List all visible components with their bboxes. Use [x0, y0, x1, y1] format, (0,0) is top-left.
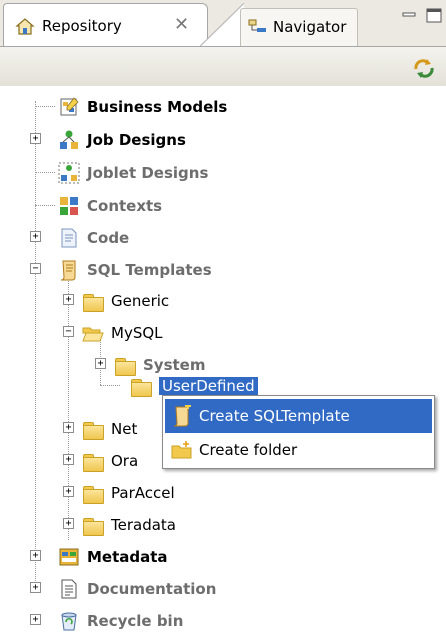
folder-icon — [82, 290, 104, 312]
tree-item-label: SQL Templates — [87, 261, 212, 279]
menu-item-label: Create folder — [199, 441, 298, 459]
tree-item-metadata[interactable]: Metadata — [58, 542, 168, 572]
sql-template-icon — [173, 405, 191, 427]
expand-toggle[interactable]: + — [30, 231, 41, 242]
tree-item-recycle-bin[interactable]: Recycle bin — [58, 606, 183, 636]
close-icon[interactable]: ✕ — [174, 14, 189, 35]
new-folder-icon — [171, 441, 192, 459]
expand-toggle[interactable]: + — [63, 454, 74, 465]
repository-tree: Business Models + Job Designs Joblet Des… — [0, 87, 446, 638]
tree-connector — [35, 172, 55, 173]
code-icon — [61, 228, 77, 248]
tree-connector — [35, 205, 55, 206]
expand-toggle[interactable]: + — [63, 422, 74, 433]
tree-item-code[interactable]: Code — [58, 223, 129, 253]
folder-icon — [82, 450, 104, 472]
tab-edge — [200, 3, 244, 46]
expand-toggle[interactable]: + — [30, 582, 41, 593]
tree-item-label: MySQL — [111, 324, 163, 342]
metadata-icon — [59, 548, 79, 566]
contexts-icon — [60, 197, 78, 215]
view-tab-strip: Repository ✕ Navigator — [0, 0, 446, 46]
tree-item-job-designs[interactable]: Job Designs — [58, 125, 186, 155]
sql-template-icon — [60, 260, 76, 281]
expand-toggle[interactable]: + — [30, 550, 41, 561]
tab-repository-label: Repository — [42, 17, 122, 35]
expand-toggle[interactable]: + — [63, 486, 74, 497]
documentation-icon — [61, 579, 77, 599]
tab-navigator-label: Navigator — [273, 18, 347, 36]
joblet-designs-icon — [58, 162, 80, 184]
tree-item-label: Ora — [111, 452, 139, 470]
tree-item-generic[interactable]: Generic — [82, 286, 169, 316]
collapse-toggle[interactable]: − — [63, 326, 74, 337]
expand-toggle[interactable]: + — [63, 294, 74, 305]
tree-item-label: Contexts — [87, 197, 163, 215]
tree-item-label: Teradata — [111, 516, 176, 534]
context-menu: Create SQLTemplate Create folder — [162, 395, 435, 469]
tab-navigator[interactable]: Navigator — [240, 8, 358, 46]
folder-icon — [82, 482, 104, 504]
recycle-bin-icon — [61, 612, 77, 631]
folder-icon — [82, 514, 104, 536]
tree-item-business-models[interactable]: Business Models — [58, 92, 227, 122]
tree-item-joblet-designs[interactable]: Joblet Designs — [58, 158, 208, 188]
expand-toggle[interactable]: + — [95, 358, 106, 369]
tree-item-label: Generic — [111, 292, 170, 310]
synchronize-icon[interactable] — [412, 57, 436, 79]
tree-item-label: Net — [111, 420, 138, 438]
expand-toggle[interactable]: + — [63, 518, 74, 529]
tree-connector — [100, 385, 120, 386]
repository-icon — [15, 18, 35, 35]
maximize-icon[interactable] — [425, 6, 443, 24]
tree-item-label: Recycle bin — [87, 612, 184, 630]
tree-item-label: Code — [87, 229, 130, 247]
tab-repository[interactable]: Repository ✕ — [3, 3, 208, 46]
minimize-icon[interactable] — [400, 6, 418, 24]
navigator-icon — [248, 19, 266, 32]
tree-item-documentation[interactable]: Documentation — [58, 574, 216, 604]
job-designs-icon — [60, 130, 78, 149]
tree-connector — [35, 101, 36, 589]
tree-item-label: Job Designs — [87, 131, 186, 149]
tree-item-paraccel[interactable]: ParAccel — [82, 478, 175, 508]
tree-item-label: Business Models — [87, 98, 228, 116]
tree-item-sql-templates[interactable]: SQL Templates — [58, 255, 212, 285]
folder-icon — [130, 375, 152, 397]
tree-item-label: ParAccel — [111, 484, 175, 502]
menu-item-create-sqltemplate[interactable]: Create SQLTemplate — [165, 399, 432, 433]
tree-connector — [35, 106, 55, 107]
tree-item-teradata[interactable]: Teradata — [82, 510, 176, 540]
tree-item-label: Metadata — [87, 548, 168, 566]
collapse-toggle[interactable]: − — [30, 263, 41, 274]
tree-item-label: Documentation — [87, 580, 217, 598]
folder-open-icon — [82, 327, 104, 342]
tree-item-oracle[interactable]: Ora — [82, 446, 138, 476]
menu-item-label: Create SQLTemplate — [199, 407, 350, 425]
business-model-icon — [60, 97, 79, 116]
tree-item-contexts[interactable]: Contexts — [58, 191, 162, 221]
expand-toggle[interactable]: + — [30, 133, 41, 144]
tree-item-mysql[interactable]: MySQL — [82, 318, 163, 348]
tree-item-label: UserDefined — [159, 377, 258, 395]
menu-item-create-folder[interactable]: Create folder — [165, 433, 432, 467]
folder-icon — [82, 418, 104, 440]
tree-item-netezza[interactable]: Net — [82, 414, 137, 444]
tree-connector — [68, 275, 69, 540]
expand-toggle[interactable]: + — [30, 614, 41, 625]
tree-item-label: Joblet Designs — [87, 164, 209, 182]
view-toolbar — [0, 46, 446, 86]
